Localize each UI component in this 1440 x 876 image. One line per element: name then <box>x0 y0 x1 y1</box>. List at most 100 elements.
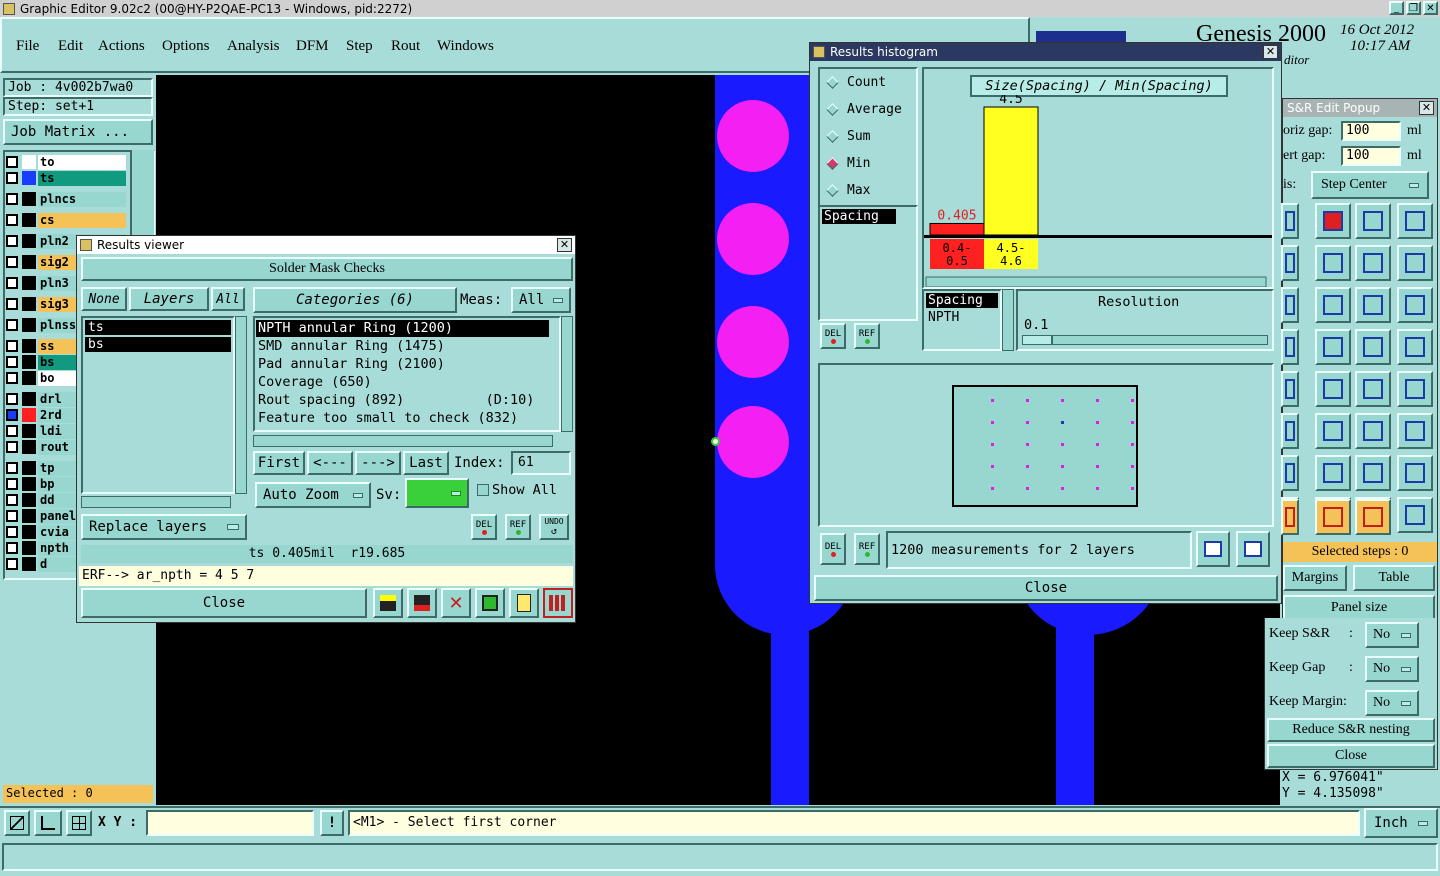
mode-count[interactable]: Count <box>820 69 916 96</box>
categories-list[interactable]: NPTH annular Ring (1200) SMD annular Rin… <box>253 316 561 432</box>
layer-info-icon[interactable] <box>373 588 403 618</box>
close-button[interactable]: ✕ <box>1423 1 1438 15</box>
show-all-checkbox[interactable] <box>477 484 489 496</box>
refresh-icon[interactable] <box>475 588 505 618</box>
all-button[interactable]: All <box>211 287 245 311</box>
layer-row-to[interactable]: to <box>6 154 126 170</box>
layer-name[interactable]: ts <box>38 170 126 186</box>
category-item[interactable]: Pad annular Ring (2100) <box>255 356 559 374</box>
menu-actions[interactable]: Actions <box>98 38 145 55</box>
sr-tool-icon[interactable] <box>1315 329 1351 365</box>
layer-color-swatch[interactable] <box>22 477 36 491</box>
first-button[interactable]: First <box>253 451 305 475</box>
layer-color-swatch[interactable] <box>22 234 36 248</box>
sr-tool-icon[interactable] <box>1355 329 1391 365</box>
snapshot-icon[interactable] <box>407 588 437 618</box>
report-icon[interactable] <box>509 588 539 618</box>
sr-tool-icon[interactable] <box>1315 455 1351 491</box>
zoom-in-icon[interactable] <box>1196 531 1230 567</box>
layer-checkbox[interactable] <box>6 494 18 506</box>
layer-row-cs[interactable]: cs <box>6 212 126 228</box>
layer-checkbox[interactable] <box>6 256 18 268</box>
layer-checkbox[interactable] <box>6 478 18 490</box>
sr-tool-icon[interactable] <box>1355 455 1391 491</box>
layer-list-hscroll[interactable] <box>81 496 231 508</box>
layer-color-swatch[interactable] <box>22 155 36 169</box>
layer-color-swatch[interactable] <box>22 276 36 290</box>
results-close-button[interactable]: Close <box>81 588 367 618</box>
layer-color-swatch[interactable] <box>22 255 36 269</box>
menu-dfm[interactable]: DFM <box>296 38 329 55</box>
horiz-gap-input[interactable]: 100 <box>1341 121 1401 141</box>
layer-checkbox[interactable] <box>6 356 18 368</box>
sr-tool-icon[interactable] <box>1281 245 1299 281</box>
layer-color-swatch[interactable] <box>22 509 36 523</box>
layer-color-swatch[interactable] <box>22 541 36 555</box>
layer-checkbox[interactable] <box>6 441 18 453</box>
prev-button[interactable]: <--- <box>307 451 353 475</box>
list-item-npth[interactable]: NPTH <box>924 310 1000 325</box>
layer-checkbox[interactable] <box>6 277 18 289</box>
spacing-list[interactable]: Spacing <box>818 205 918 321</box>
exclamation-button[interactable]: ! <box>320 810 344 836</box>
mode-min[interactable]: Min <box>820 150 916 177</box>
category-item[interactable]: NPTH annular Ring (1200) <box>256 320 549 337</box>
layer-checkbox[interactable] <box>6 409 18 421</box>
category-item[interactable]: Rout spacing (892) (D:10) <box>255 392 559 410</box>
layer-color-swatch[interactable] <box>22 192 36 206</box>
layer-checkbox[interactable] <box>6 298 18 310</box>
meas-dropdown[interactable]: All <box>511 287 571 313</box>
layer-checkbox[interactable] <box>6 372 18 384</box>
sr-tool-icon[interactable] <box>1397 497 1433 533</box>
sr-close-button[interactable]: Close <box>1267 744 1435 768</box>
mode-max[interactable]: Max <box>820 177 916 204</box>
category-item[interactable]: Coverage (650) <box>255 374 559 392</box>
sr-tool-icon[interactable] <box>1397 245 1433 281</box>
sr-tool-icon[interactable] <box>1281 413 1299 449</box>
list-item-spacing[interactable]: Spacing <box>926 293 998 308</box>
sr-tool-icon[interactable] <box>1397 413 1433 449</box>
unit-dropdown[interactable]: Inch <box>1364 808 1438 838</box>
del-button[interactable]: DEL <box>471 514 497 540</box>
pad-1[interactable] <box>717 100 789 172</box>
category-item[interactable]: SMD annular Ring (1475) <box>255 338 559 356</box>
category-item[interactable]: Feature too small to check (832) <box>255 410 559 428</box>
layer-row-ts[interactable]: ts <box>6 170 126 186</box>
sr-tool-icon[interactable] <box>1355 287 1391 323</box>
histogram-bar[interactable] <box>929 222 985 236</box>
measure-tool-icon[interactable] <box>34 810 62 836</box>
layer-checkbox[interactable] <box>6 510 18 522</box>
pad-2[interactable] <box>717 203 789 275</box>
layer-color-swatch[interactable] <box>22 525 36 539</box>
sr-tool-icon[interactable] <box>1397 329 1433 365</box>
layer-checkbox[interactable] <box>6 558 18 570</box>
layer-checkbox[interactable] <box>6 542 18 554</box>
mode-sum[interactable]: Sum <box>820 123 916 150</box>
layer-color-swatch[interactable] <box>22 461 36 475</box>
layer-checkbox[interactable] <box>6 462 18 474</box>
layer-checkbox[interactable] <box>6 319 18 331</box>
histogram-icon[interactable] <box>543 588 573 618</box>
preview-ref-button[interactable]: REF <box>854 533 880 565</box>
hist-del-button[interactable]: DEL <box>820 323 846 349</box>
layer-color-swatch[interactable] <box>22 440 36 454</box>
slider-thumb[interactable] <box>1023 336 1053 344</box>
sr-route-icon[interactable] <box>1355 499 1391 535</box>
sr-tool-icon[interactable] <box>1315 287 1351 323</box>
sr-tool-icon[interactable] <box>1355 203 1391 239</box>
menu-options[interactable]: Options <box>162 38 210 55</box>
close-icon[interactable]: ✕ <box>1263 45 1278 59</box>
menu-windows[interactable]: Windows <box>437 38 494 55</box>
undo-button[interactable]: UNDO ↺ <box>539 514 569 540</box>
categories-button[interactable]: Categories (6) <box>253 287 457 313</box>
layer-color-swatch[interactable] <box>22 424 36 438</box>
layer-checkbox[interactable] <box>6 172 18 184</box>
layer-items-list[interactable]: ts bs <box>81 316 235 494</box>
hist-ref-button[interactable]: REF <box>854 323 880 349</box>
auto-zoom-dropdown[interactable]: Auto Zoom <box>255 482 371 508</box>
sr-tool-icon[interactable] <box>1315 371 1351 407</box>
layer-checkbox[interactable] <box>6 214 18 226</box>
axis-dropdown[interactable]: Step Center <box>1311 171 1429 199</box>
xy-input[interactable] <box>146 810 314 836</box>
layer-color-swatch[interactable] <box>22 355 36 369</box>
